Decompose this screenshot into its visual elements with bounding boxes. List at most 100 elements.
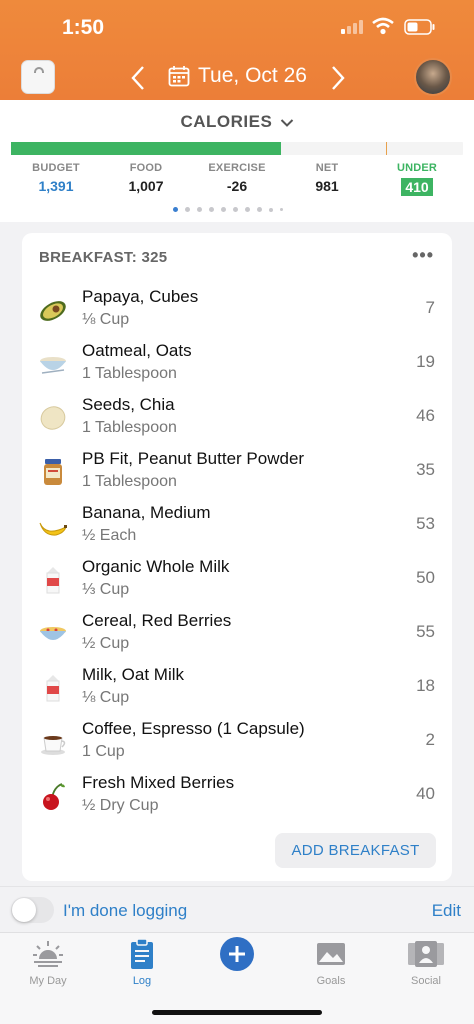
tab-my-day[interactable]: My Day bbox=[8, 937, 88, 987]
done-logging-label[interactable]: I'm done logging bbox=[63, 901, 187, 921]
page-dot bbox=[280, 208, 283, 211]
food-item-row[interactable]: Papaya, Cubes ⅛ Cup 7 bbox=[22, 283, 452, 337]
food-item-row[interactable]: Banana, Medium ½ Each 53 bbox=[22, 499, 452, 553]
app-header: 1:50 Tue, Oct 26 bbox=[0, 0, 474, 100]
date-navigation: Tue, Oct 26 bbox=[0, 56, 474, 100]
add-breakfast-button[interactable]: ADD BREAKFAST bbox=[275, 833, 436, 868]
food-item-row[interactable]: Milk, Oat Milk ⅛ Cup 18 bbox=[22, 661, 452, 715]
status-time: 1:50 bbox=[62, 16, 105, 39]
food-calories: 18 bbox=[416, 676, 435, 695]
food-name: Fresh Mixed Berries bbox=[82, 773, 235, 792]
tab-goals[interactable]: Goals bbox=[291, 937, 371, 987]
stat-label: FOOD bbox=[129, 162, 163, 174]
battery-icon bbox=[404, 19, 435, 35]
page-dot bbox=[233, 207, 238, 212]
food-item-row[interactable]: Seeds, Chia 1 Tablespoon 46 bbox=[22, 391, 452, 445]
food-calories: 35 bbox=[416, 460, 435, 479]
meal-title: BREAKFAST: 325 bbox=[39, 249, 168, 266]
food-name: Oatmeal, Oats bbox=[82, 341, 192, 360]
food-item-row[interactable]: Fresh Mixed Berries ½ Dry Cup 40 bbox=[22, 769, 452, 823]
food-quantity: ½ Cup bbox=[82, 635, 130, 652]
banana-icon bbox=[39, 522, 67, 536]
food-calories: 55 bbox=[416, 622, 435, 641]
page-indicator[interactable] bbox=[173, 207, 283, 212]
stat-value: -26 bbox=[226, 178, 248, 194]
food-quantity: ½ Each bbox=[82, 527, 137, 544]
cellular-signal-icon bbox=[341, 20, 363, 34]
chevron-down-icon bbox=[280, 118, 293, 127]
stat-label: NET bbox=[315, 162, 339, 174]
calendar-icon[interactable] bbox=[168, 65, 190, 87]
page-dot bbox=[269, 208, 273, 212]
current-date[interactable]: Tue, Oct 26 bbox=[198, 64, 307, 88]
food-name: Cereal, Red Berries bbox=[82, 611, 232, 630]
food-calories: 19 bbox=[416, 352, 435, 371]
tab-log[interactable]: Log bbox=[102, 937, 182, 987]
food-name: Organic Whole Milk bbox=[82, 557, 230, 576]
toggle-knob bbox=[12, 898, 36, 922]
food-item-row[interactable]: Cereal, Red Berries ½ Cup 55 bbox=[22, 607, 452, 661]
stat-value: 981 bbox=[315, 178, 339, 194]
stat-under: UNDER 410 bbox=[372, 162, 462, 197]
food-quantity: 1 Cup bbox=[82, 743, 125, 760]
food-name: Seeds, Chia bbox=[82, 395, 175, 414]
home-indicator bbox=[152, 1010, 322, 1015]
stat-label: BUDGET bbox=[32, 162, 80, 174]
food-calories: 7 bbox=[425, 298, 435, 317]
stat-net: NET 981 bbox=[282, 162, 372, 194]
tab-label: Goals bbox=[316, 975, 346, 987]
calories-title-dropdown[interactable]: CALORIES bbox=[0, 112, 474, 132]
cherry-icon bbox=[43, 783, 65, 810]
page-dot bbox=[221, 207, 226, 212]
food-item-row[interactable]: PB Fit, Peanut Butter Powder 1 Tablespoo… bbox=[22, 445, 452, 499]
tab-social[interactable]: Social bbox=[386, 937, 466, 987]
page-dot bbox=[173, 207, 178, 212]
food-quantity: 1 Tablespoon bbox=[82, 473, 177, 490]
bowl-icon bbox=[40, 357, 66, 374]
chevron-right-icon[interactable] bbox=[330, 65, 346, 91]
add-entry-button[interactable] bbox=[220, 937, 254, 971]
food-quantity: ⅛ Cup bbox=[82, 311, 130, 328]
calories-title: CALORIES bbox=[180, 112, 273, 131]
progress-fill bbox=[11, 142, 281, 155]
edit-link[interactable]: Edit bbox=[432, 901, 461, 921]
more-options-icon[interactable]: ••• bbox=[412, 245, 434, 266]
avocado-icon bbox=[40, 301, 66, 321]
food-calories: 50 bbox=[416, 568, 435, 587]
page-dot bbox=[245, 207, 250, 212]
page-dot bbox=[197, 207, 202, 212]
status-bar: 1:50 bbox=[0, 0, 474, 56]
chevron-left-icon[interactable] bbox=[130, 65, 146, 91]
stat-label: EXERCISE bbox=[208, 162, 266, 174]
calories-summary: CALORIES BUDGET 1,391 FOOD 1,007 EXERCIS… bbox=[0, 100, 474, 222]
food-item-row[interactable]: Coffee, Espresso (1 Capsule) 1 Cup 2 bbox=[22, 715, 452, 769]
stat-food: FOOD 1,007 bbox=[101, 162, 191, 194]
weigh-in-scale-icon[interactable] bbox=[21, 60, 55, 94]
stat-budget: BUDGET 1,391 bbox=[11, 162, 101, 194]
food-quantity: ½ Dry Cup bbox=[82, 797, 159, 814]
stat-label: UNDER bbox=[396, 162, 438, 174]
calorie-progress-bar bbox=[11, 142, 463, 155]
food-item-row[interactable]: Organic Whole Milk ⅓ Cup 50 bbox=[22, 553, 452, 607]
cereal-bowl-icon bbox=[40, 627, 66, 640]
seed-icon bbox=[40, 406, 66, 430]
food-name: Coffee, Espresso (1 Capsule) bbox=[82, 719, 305, 738]
progress-marker bbox=[386, 142, 388, 155]
page-dot bbox=[257, 207, 262, 212]
page-dot bbox=[185, 207, 190, 212]
done-logging-toggle[interactable] bbox=[11, 897, 54, 923]
goals-icon bbox=[317, 943, 345, 965]
milk-carton-icon bbox=[46, 567, 60, 594]
done-logging-bar: I'm done logging Edit bbox=[0, 886, 474, 932]
tab-label: Log bbox=[132, 975, 152, 987]
milk-carton-icon bbox=[46, 675, 60, 702]
food-quantity: ⅛ Cup bbox=[82, 689, 130, 706]
breakfast-card: BREAKFAST: 325 ••• Papaya, Cubes ⅛ Cup 7… bbox=[22, 233, 452, 881]
coffee-cup-icon bbox=[41, 736, 66, 755]
food-calories: 2 bbox=[425, 730, 435, 749]
sunrise-icon bbox=[33, 941, 63, 967]
food-item-row[interactable]: Oatmeal, Oats 1 Tablespoon 19 bbox=[22, 337, 452, 391]
tab-label: Social bbox=[411, 975, 441, 987]
profile-avatar[interactable] bbox=[414, 58, 452, 96]
food-quantity: ⅓ Cup bbox=[82, 581, 130, 598]
